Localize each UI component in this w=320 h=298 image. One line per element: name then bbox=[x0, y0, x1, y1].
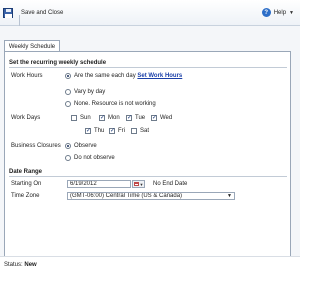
date-picker-button[interactable]: ▼ bbox=[132, 180, 145, 188]
do-not-observe-label: Do not observe bbox=[74, 155, 115, 161]
weekly-schedule-panel: Set the recurring weekly schedule Work H… bbox=[4, 51, 291, 261]
status-bar: Status: New bbox=[0, 256, 300, 298]
radio-same-each-day[interactable] bbox=[65, 73, 71, 79]
set-work-hours-link[interactable]: Set Work Hours bbox=[137, 73, 182, 79]
closures-option-do-not-observe[interactable]: Do not observe bbox=[65, 155, 115, 161]
recurring-schedule-heading: Set the recurring weekly schedule bbox=[9, 60, 287, 68]
save-icon bbox=[3, 8, 13, 18]
checkbox-tue[interactable]: ✓ bbox=[126, 115, 132, 121]
day-wed[interactable]: ✓ Wed bbox=[151, 115, 172, 121]
toolbar: Save and Close ? Help ▼ bbox=[0, 0, 300, 27]
work-hours-option-none[interactable]: None. Resource is not working bbox=[65, 101, 156, 107]
same-each-day-label: Are the same each day bbox=[74, 73, 136, 79]
radio-vary-by-day[interactable] bbox=[65, 89, 71, 95]
day-label: Fri bbox=[118, 128, 125, 134]
work-hours-label: Work Hours bbox=[11, 73, 43, 79]
day-label: Tue bbox=[135, 115, 146, 121]
radio-observe[interactable] bbox=[65, 143, 71, 149]
day-label: Sat bbox=[140, 128, 150, 134]
calendar-icon bbox=[133, 182, 139, 186]
radio-do-not-observe[interactable] bbox=[65, 155, 71, 161]
day-thu[interactable]: ✓ Thu bbox=[85, 128, 104, 134]
save-and-close-button[interactable]: Save and Close bbox=[3, 8, 64, 27]
day-sun[interactable]: Sun bbox=[71, 115, 91, 121]
checkbox-fri[interactable]: ✓ bbox=[109, 128, 115, 134]
day-sat[interactable]: Sat bbox=[131, 128, 149, 134]
help-label: Help bbox=[273, 9, 287, 16]
business-closures-label: Business Closures bbox=[11, 143, 61, 149]
day-mon[interactable]: ✓ Mon bbox=[99, 115, 120, 121]
help-icon: ? bbox=[261, 8, 271, 17]
save-and-close-label: Save and Close bbox=[21, 10, 64, 16]
day-label: Mon bbox=[108, 115, 120, 121]
work-days-label: Work Days bbox=[11, 115, 41, 121]
work-hours-option-same[interactable]: Are the same each day Set Work Hours bbox=[65, 73, 182, 80]
status-value: New bbox=[24, 262, 37, 268]
no-end-date-text: No End Date bbox=[153, 181, 188, 187]
checkbox-thu[interactable]: ✓ bbox=[85, 128, 91, 134]
checkbox-sat[interactable] bbox=[131, 128, 137, 134]
chevron-down-icon: ▼ bbox=[289, 9, 294, 16]
time-zone-label: Time Zone bbox=[11, 193, 40, 199]
day-tue[interactable]: ✓ Tue bbox=[126, 115, 145, 121]
chevron-down-icon: ▼ bbox=[227, 193, 232, 199]
observe-label: Observe bbox=[74, 143, 97, 149]
day-label: Thu bbox=[94, 128, 105, 134]
checkbox-mon[interactable]: ✓ bbox=[99, 115, 105, 121]
form-body: Weekly Schedule Set the recurring weekly… bbox=[0, 26, 300, 261]
checkbox-wed[interactable]: ✓ bbox=[151, 115, 157, 121]
time-zone-value: (GMT-06:00) Central Time (US & Canada) bbox=[70, 193, 183, 199]
radio-not-working[interactable] bbox=[65, 101, 71, 107]
day-fri[interactable]: ✓ Fri bbox=[109, 128, 125, 134]
closures-option-observe[interactable]: Observe bbox=[65, 143, 97, 149]
starting-on-input[interactable]: 6/19/2012 bbox=[67, 180, 131, 188]
time-zone-select[interactable]: (GMT-06:00) Central Time (US & Canada) ▼ bbox=[67, 192, 235, 200]
checkbox-sun[interactable] bbox=[71, 115, 77, 121]
help-button[interactable]: ? Help ▼ bbox=[261, 8, 294, 17]
day-label: Wed bbox=[160, 115, 173, 121]
status-label: Status: bbox=[4, 262, 23, 268]
day-label: Sun bbox=[80, 115, 91, 121]
date-range-heading: Date Range bbox=[9, 169, 287, 177]
chevron-down-icon: ▼ bbox=[139, 181, 144, 187]
work-hours-option-vary[interactable]: Vary by day bbox=[65, 89, 105, 95]
starting-on-label: Starting On bbox=[11, 181, 42, 187]
not-working-label: None. Resource is not working bbox=[74, 101, 156, 107]
vary-by-day-label: Vary by day bbox=[74, 89, 106, 95]
